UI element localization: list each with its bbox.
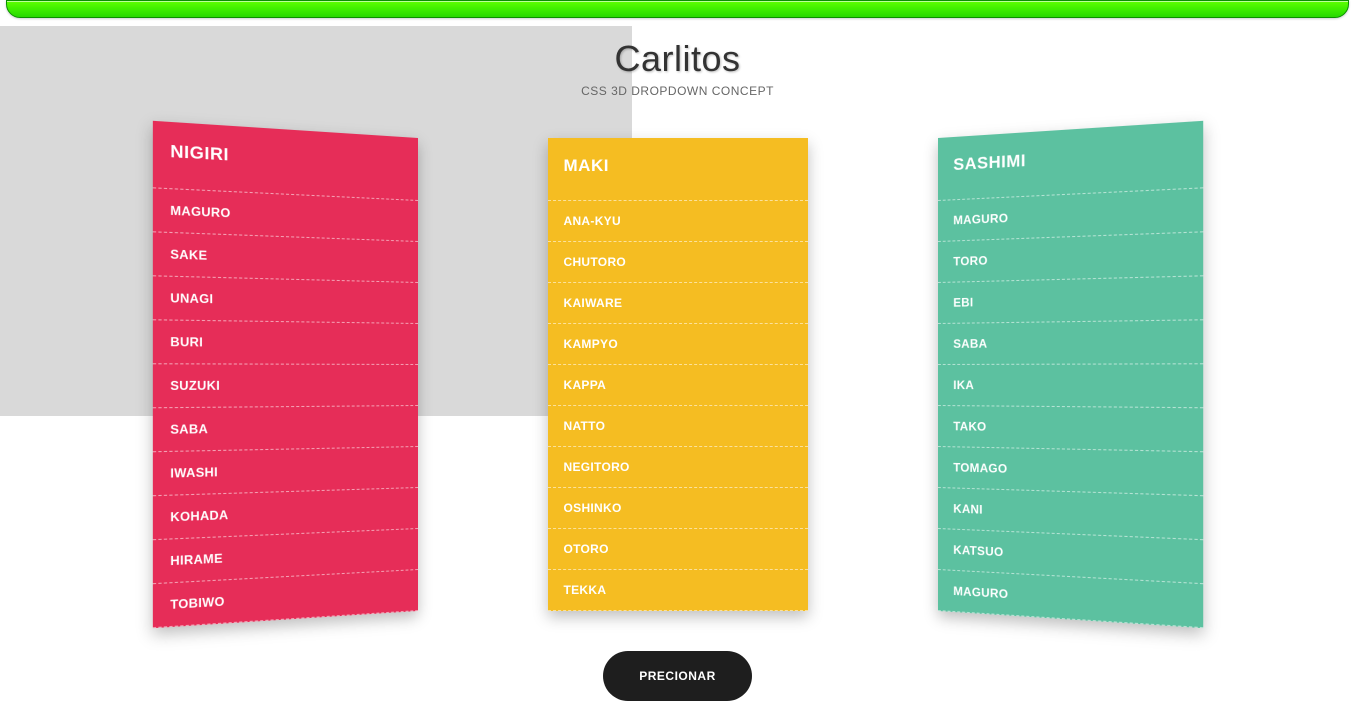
page-header: Carlitos CSS 3D DROPDOWN CONCEPT (0, 38, 1355, 98)
menu-item[interactable]: SAKE (152, 231, 417, 282)
menus-container: NIGIRI MAGURO SAKE UNAGI BURI SUZUKI SAB… (0, 138, 1355, 611)
menu-item[interactable]: BURI (152, 319, 417, 364)
page-subtitle: CSS 3D DROPDOWN CONCEPT (0, 84, 1355, 98)
menu-item[interactable]: KAPPA (548, 364, 808, 405)
menu-item[interactable]: TEKKA (548, 569, 808, 611)
menu-item[interactable]: OTORO (548, 528, 808, 569)
menu-item[interactable]: UNAGI (152, 275, 417, 323)
menu-title-maki: MAKI (548, 138, 808, 200)
menu-item[interactable]: NEGITORO (548, 446, 808, 487)
menu-sashimi[interactable]: SASHIMI MAGURO TORO EBI SABA IKA TAKO TO… (938, 121, 1203, 628)
menu-item[interactable]: EBI (938, 275, 1203, 323)
menu-item[interactable]: SABA (152, 405, 417, 451)
menu-item[interactable]: ANA-KYU (548, 200, 808, 241)
menu-item[interactable]: SABA (938, 319, 1203, 364)
menu-maki[interactable]: MAKI ANA-KYU CHUTORO KAIWARE KAMPYO KAPP… (548, 138, 808, 611)
menu-item[interactable]: SUZUKI (152, 363, 417, 407)
top-bar (6, 0, 1349, 18)
menu-nigiri[interactable]: NIGIRI MAGURO SAKE UNAGI BURI SUZUKI SAB… (152, 121, 417, 628)
menu-item[interactable]: OSHINKO (548, 487, 808, 528)
menu-item[interactable]: CHUTORO (548, 241, 808, 282)
menu-item[interactable]: TORO (938, 231, 1203, 282)
page-title: Carlitos (0, 38, 1355, 80)
menu-item[interactable]: IKA (938, 363, 1203, 407)
menu-item[interactable]: KAIWARE (548, 282, 808, 323)
menu-item[interactable]: NATTO (548, 405, 808, 446)
menu-item[interactable]: KAMPYO (548, 323, 808, 364)
menu-title-sashimi: SASHIMI (938, 121, 1203, 200)
menu-item[interactable]: TAKO (938, 405, 1203, 451)
